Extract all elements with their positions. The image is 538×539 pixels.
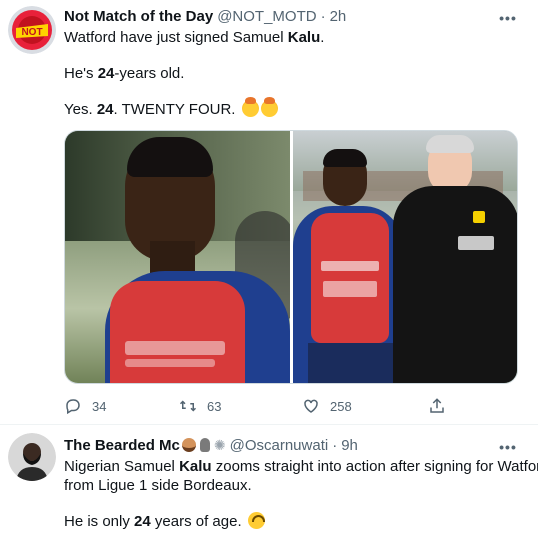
text-segment: Watford have just signed Samuel (64, 29, 288, 46)
retweet-icon (179, 400, 197, 412)
timestamp[interactable]: 2h (330, 8, 347, 25)
like-button[interactable]: 258 (302, 394, 352, 418)
more-options-label: ••• (499, 10, 517, 26)
avatar[interactable]: NOT (8, 6, 56, 54)
share-icon (430, 398, 444, 413)
bearded-face-emoji (181, 438, 196, 452)
separator-dot: · (320, 7, 326, 25)
text-segment: zooms straight into action after signing… (211, 458, 538, 475)
display-name[interactable]: Not Match of the Day (64, 8, 213, 25)
text-segment: . TWENTY FOUR. (113, 101, 240, 118)
text-segment: years of age. (150, 513, 246, 530)
tweet-header: Not Match of the Day @NOT_MOTD · 2h (64, 6, 346, 26)
tweet-text-line: He is only 24 years of age. (64, 512, 265, 532)
user-avatar-icon (8, 433, 56, 481)
text-bold: Kalu (287, 29, 321, 46)
more-options-icon[interactable]: ••• (498, 8, 518, 28)
display-name[interactable]: The Bearded Mc (64, 437, 180, 454)
share-button[interactable] (428, 394, 456, 418)
timestamp[interactable]: 9h (341, 437, 358, 454)
text-segment: . (320, 29, 325, 46)
reply-button[interactable]: 34 (64, 394, 106, 418)
heart-icon (304, 399, 318, 413)
text-segment: Yes. (64, 101, 97, 118)
avatar[interactable] (8, 433, 56, 481)
player-portrait-photo[interactable] (65, 131, 290, 383)
text-bold: 24 (134, 513, 151, 530)
tweet-text-line: Watford have just signed Samuel Kalu. (64, 28, 324, 48)
tweet-header: The Bearded Mc ✺ @Oscarnuwati · 9h (64, 435, 358, 455)
not-motd-logo-icon: NOT (8, 6, 56, 54)
text-segment: He is only (64, 513, 135, 530)
text-bold: 24 (97, 65, 115, 82)
tweet-text-line: He's 24-years old. (64, 64, 184, 84)
sparkle-emoji: ✺ (213, 436, 226, 453)
like-count: 258 (330, 398, 352, 414)
text-segment: -years old. (114, 65, 185, 82)
tweet-actions: 34 63 258 (64, 394, 464, 418)
exploding-head-emoji (260, 97, 278, 117)
text-segment: Nigerian Samuel (64, 458, 180, 475)
media-grid (64, 130, 518, 384)
retweet-button[interactable]: 63 (179, 394, 221, 418)
tweet-text-line: from Ligue 1 side Bordeaux. (64, 477, 252, 494)
microphone-emoji (199, 438, 210, 452)
tweet-not-motd[interactable]: NOT Not Match of the Day @NOT_MOTD · 2h … (0, 0, 538, 425)
reply-icon (66, 399, 80, 415)
player-with-manager-photo[interactable] (293, 131, 517, 383)
more-options-label: ••• (499, 439, 517, 455)
handle[interactable]: @Oscarnuwati (230, 437, 329, 454)
svg-text:NOT: NOT (21, 27, 42, 38)
handle[interactable]: @NOT_MOTD (217, 8, 316, 25)
tweet-text-line: Nigerian Samuel Kalu zooms straight into… (64, 457, 538, 477)
tweet-text-line: Yes. 24. TWENTY FOUR. (64, 97, 278, 120)
text-bold: Kalu (179, 458, 212, 475)
retweet-count: 63 (207, 398, 222, 414)
more-options-icon[interactable]: ••• (498, 437, 518, 457)
upside-down-face-emoji (247, 512, 265, 529)
exploding-head-emoji (241, 97, 259, 117)
text-bold: 24 (96, 101, 114, 118)
separator-dot: · (332, 436, 338, 454)
reply-count: 34 (92, 398, 107, 414)
text-segment: He's (64, 65, 98, 82)
